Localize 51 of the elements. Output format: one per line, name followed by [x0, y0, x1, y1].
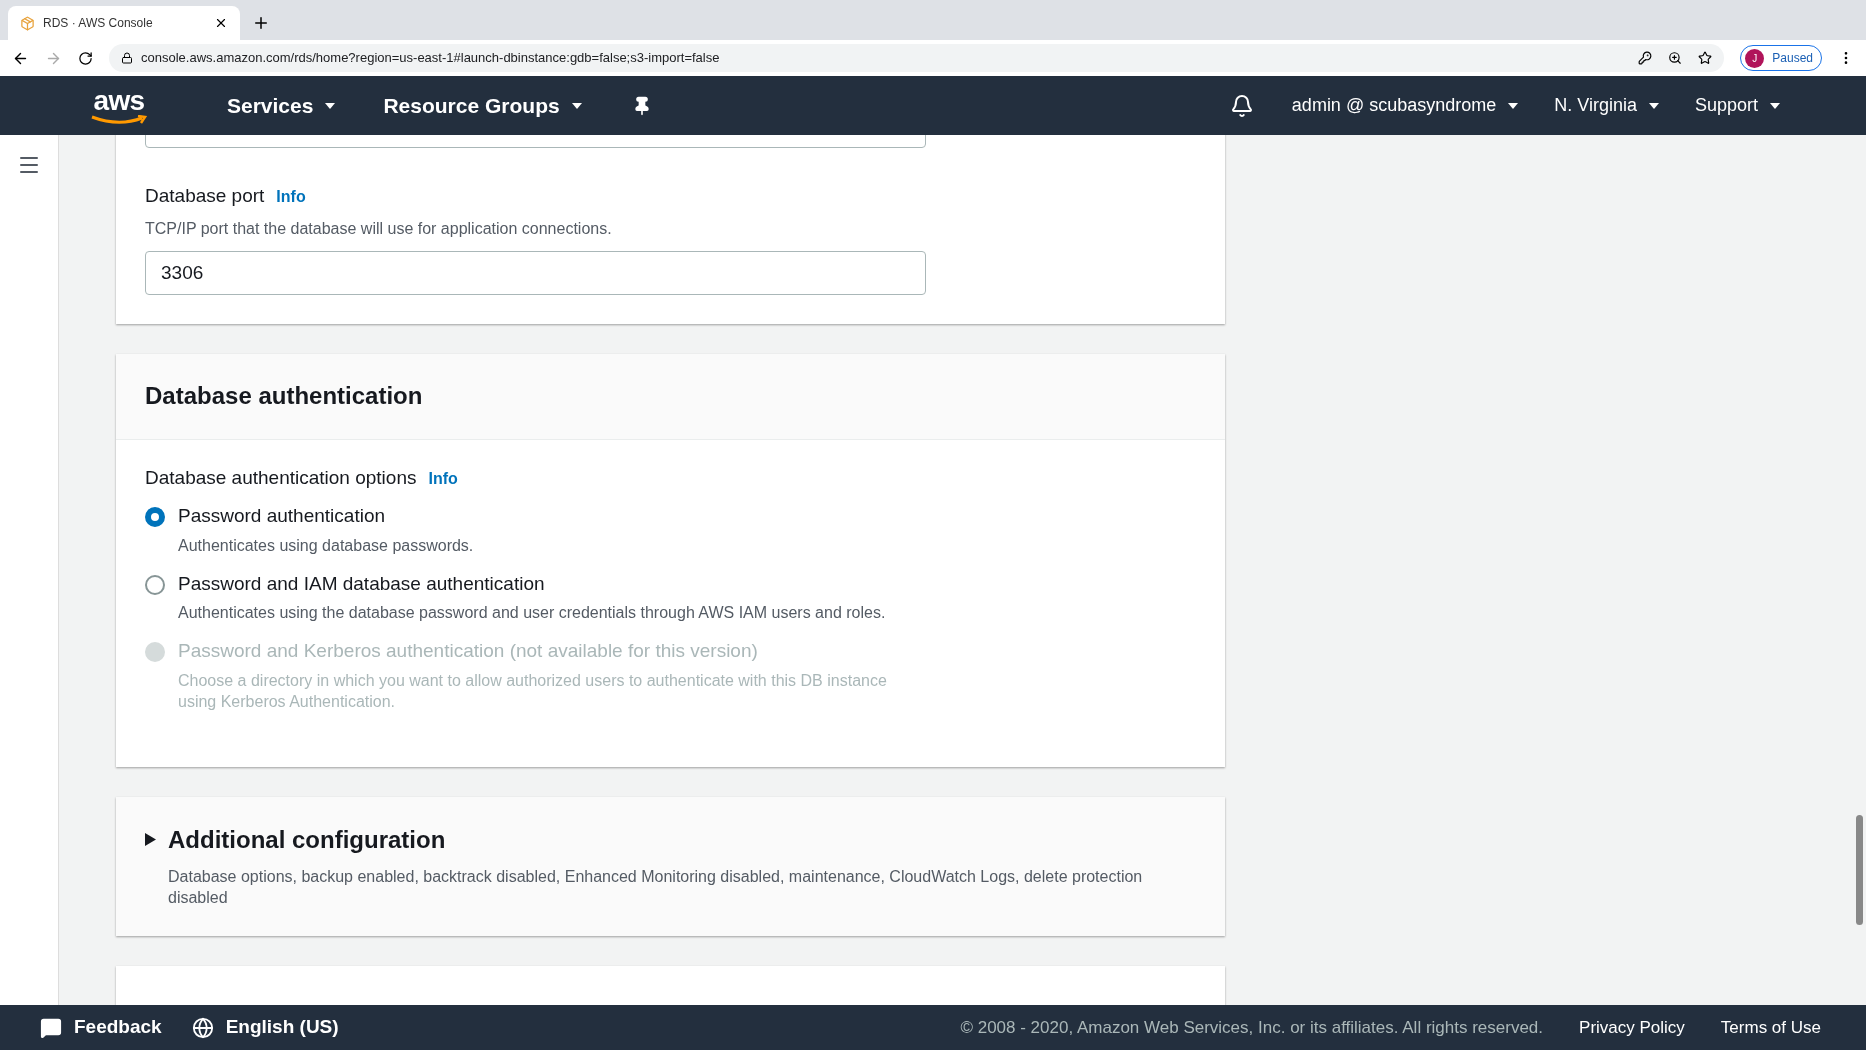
nav-menu[interactable]: Services: [227, 89, 336, 122]
caret-icon: [571, 102, 582, 109]
feedback-link[interactable]: Feedback: [74, 1013, 162, 1042]
field-description: TCP/IP port that the database will use for application connections.: [145, 218, 613, 239]
caret-icon: [1770, 102, 1780, 109]
bookmark-star-icon[interactable]: [1698, 51, 1713, 65]
radio-description: Authenticates using database passwords.: [178, 535, 475, 556]
caret-icon: [1508, 102, 1519, 109]
globe-icon: [191, 1016, 214, 1039]
nav-menu[interactable]: admin @ scubasyndrome: [1291, 92, 1519, 119]
footer-link[interactable]: Terms of Use: [1720, 1014, 1821, 1041]
scrollbar-thumb[interactable]: [1856, 815, 1863, 925]
radio-label[interactable]: Password authentication: [178, 502, 913, 531]
info-link[interactable]: Info: [276, 185, 306, 209]
radio-label[interactable]: Password and IAM database authentication: [178, 569, 913, 598]
reload-icon[interactable]: [78, 50, 93, 66]
close-icon[interactable]: [214, 16, 228, 30]
port-input[interactable]: 3306: [145, 250, 926, 295]
field-label: Database port: [145, 184, 265, 208]
browser-tab[interactable]: RDS · AWS Console: [8, 6, 240, 40]
nav-menu[interactable]: Support: [1694, 92, 1780, 119]
avatar: J: [1745, 48, 1765, 68]
radio-button[interactable]: [145, 507, 165, 527]
feedback-icon: [40, 1016, 62, 1039]
footer-link[interactable]: Privacy Policy: [1579, 1014, 1685, 1041]
language-link[interactable]: English (US): [225, 1013, 339, 1042]
zoom-icon[interactable]: [1668, 51, 1683, 65]
caret-icon: [1648, 102, 1659, 109]
tab-title: RDS · AWS Console: [43, 15, 154, 32]
lock-icon: [121, 52, 133, 64]
nav-menu[interactable]: N. Virginia: [1554, 92, 1659, 119]
notifications-icon[interactable]: [1229, 93, 1254, 118]
profile-status: Paused: [1772, 50, 1813, 67]
section-title: Database authentication: [145, 381, 423, 411]
url-text: console.aws.amazon.com/rds/home?region=us-east-1#launch-dbinstance:gdb=false;s3-import=false: [141, 49, 721, 68]
caret-icon: [145, 833, 156, 846]
field-label: Database authentication options: [145, 465, 417, 490]
new-tab-icon[interactable]: [252, 14, 270, 32]
radio-description: Authenticates using the database password and user credentials through AWS IAM users and roles.: [178, 603, 887, 623]
radio-description: Choose a directory in which you want to allow authorized users to authenticate with this DB instance using Kerberos Authentication.: [178, 670, 888, 712]
address-bar[interactable]: console.aws.amazon.com/rds/home?region=us-east-1#launch-dbinstance:gdb=false;s3-import=false: [109, 44, 1725, 72]
section-description: Database options, backup enabled, backtrack disabled, Enhanced Monitoring disabled, maintenance, CloudWatch Logs, delete protection disabled: [168, 866, 1144, 908]
package-icon: [20, 15, 35, 31]
caret-icon: [325, 102, 336, 109]
copyright-text: © 2008 - 2020, Amazon Web Services, Inc. or its affiliates. All rights reserved.: [960, 1016, 1544, 1039]
aws-logo[interactable]: aws: [88, 86, 150, 125]
info-link[interactable]: Info: [428, 466, 458, 491]
expand-toggle[interactable]: Additional configuration: [145, 821, 1196, 858]
radio-button[interactable]: [145, 574, 165, 595]
key-icon[interactable]: [1638, 51, 1653, 65]
nav-menu[interactable]: Resource Groups: [383, 89, 582, 122]
